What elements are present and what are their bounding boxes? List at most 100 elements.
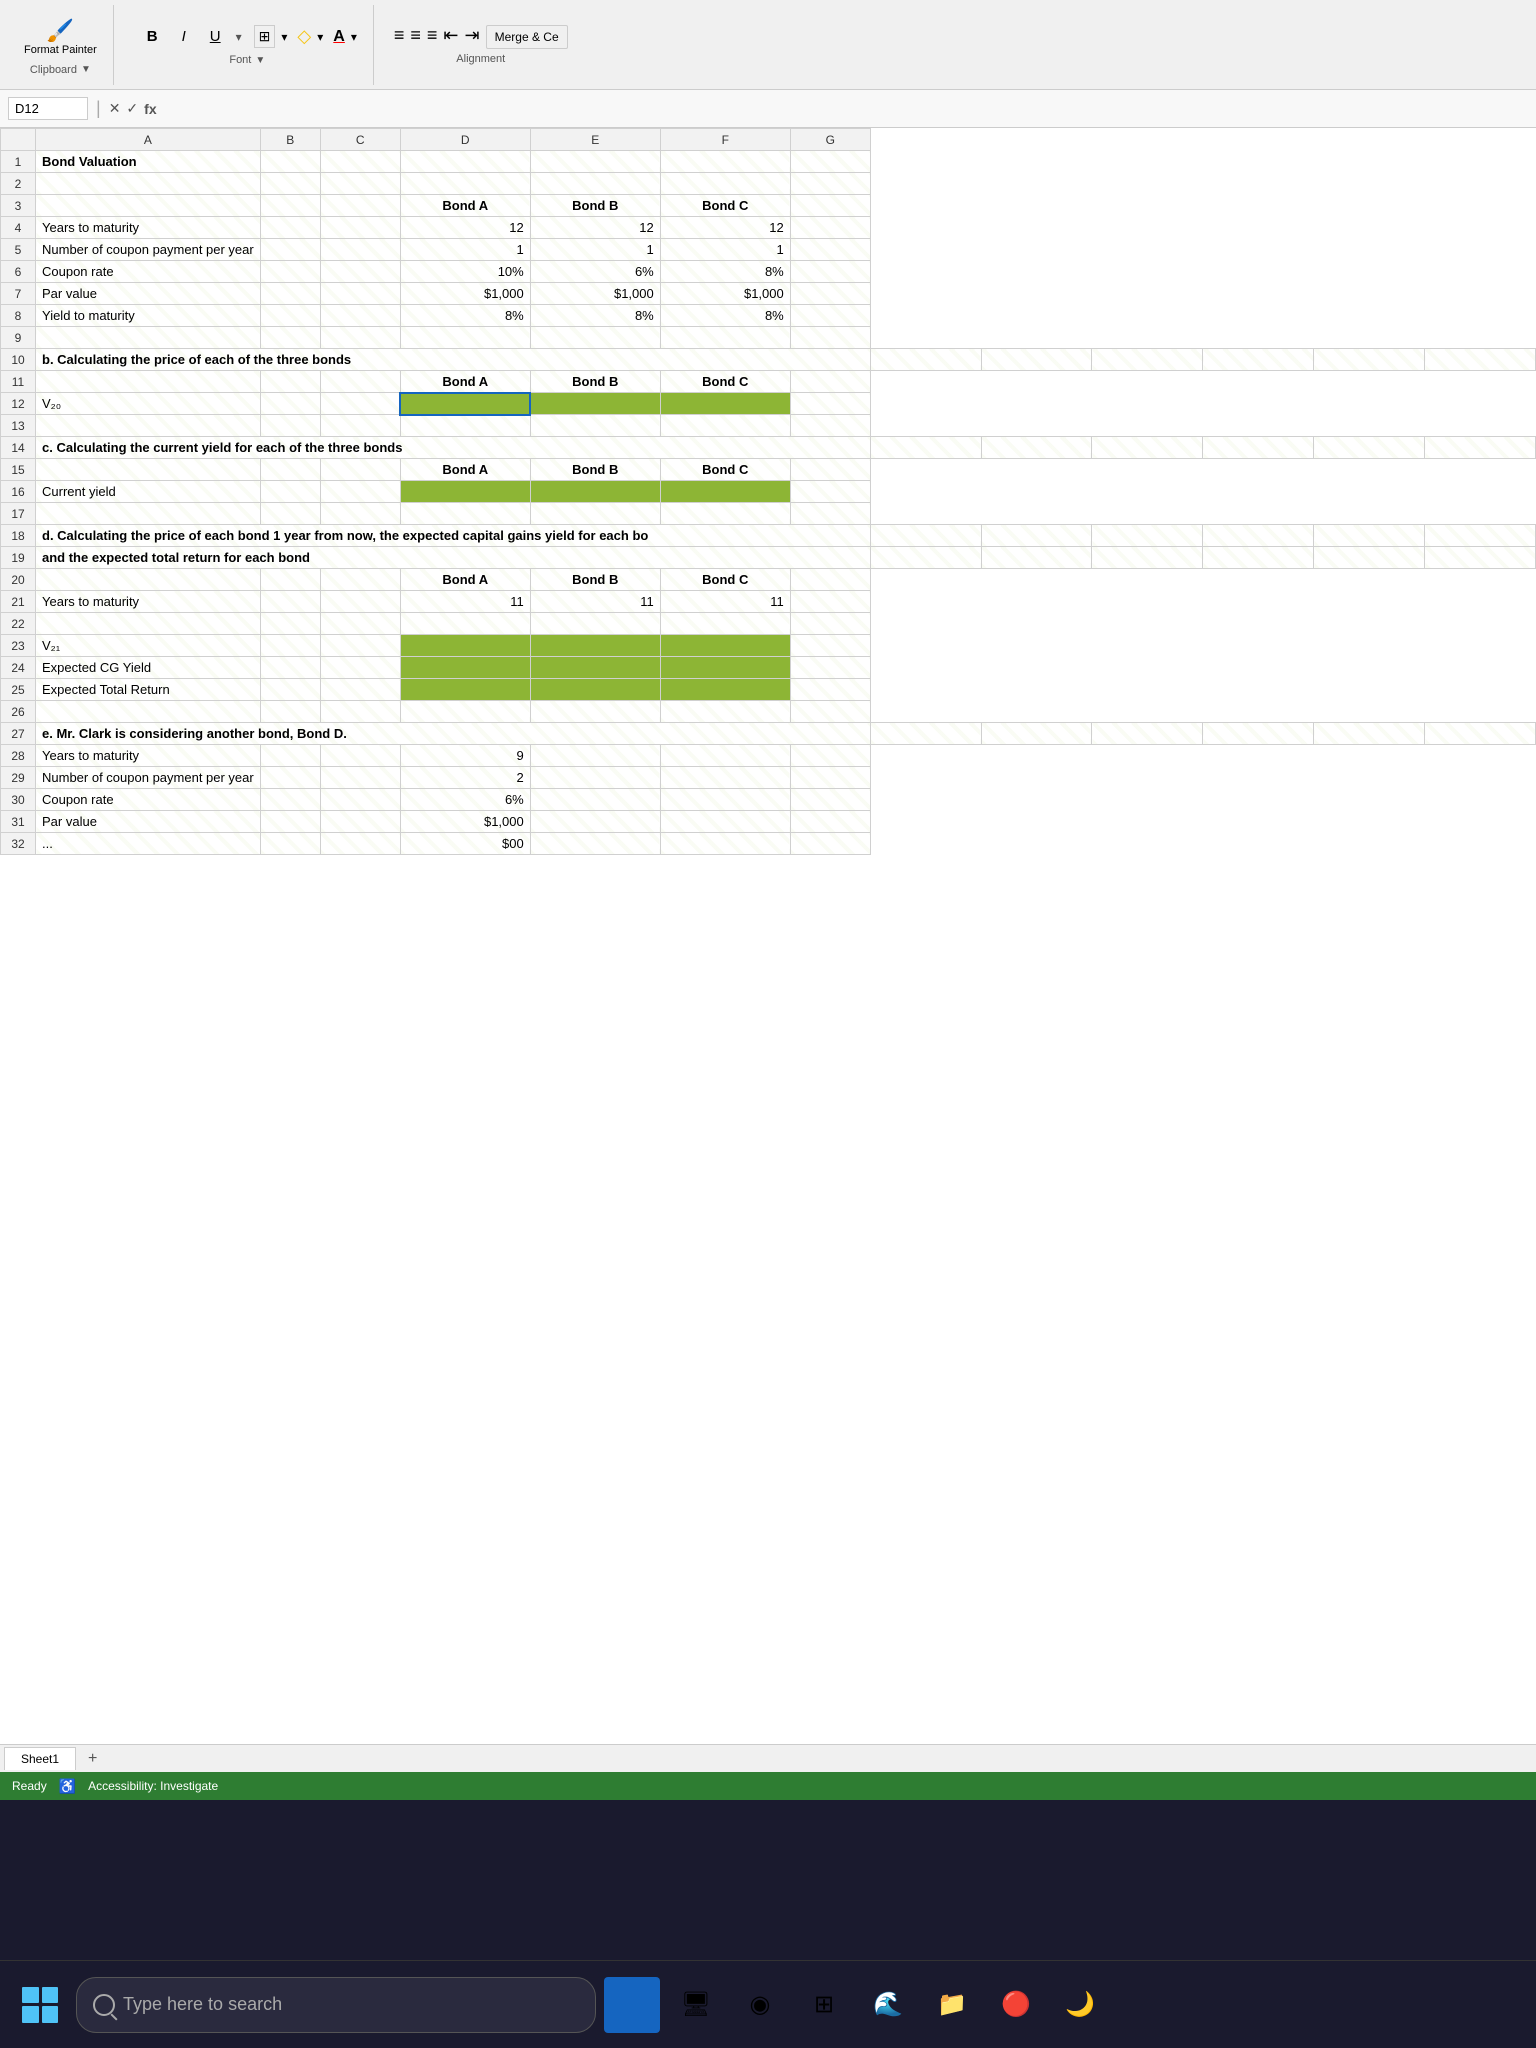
taskbar-chrome-button[interactable]: 🔴 (988, 1977, 1044, 2033)
cancel-formula-icon[interactable]: ✕ (109, 100, 121, 117)
cell-C9[interactable] (320, 327, 400, 349)
cell-D3[interactable]: Bond A (400, 195, 530, 217)
table-row[interactable]: 6Coupon rate10%6%8% (1, 261, 1536, 283)
cell-D22[interactable] (400, 613, 530, 635)
cell-reference-input[interactable] (8, 97, 88, 120)
cell-A7[interactable]: Par value (36, 283, 261, 305)
underline-dropdown[interactable]: ▾ (236, 30, 242, 44)
cell-B16[interactable] (260, 481, 320, 503)
cell-D30[interactable]: 6% (400, 789, 530, 811)
col-header-D[interactable]: D (400, 129, 530, 151)
table-row[interactable]: 17 (1, 503, 1536, 525)
table-row[interactable]: 2 (1, 173, 1536, 195)
taskbar-office-button[interactable]: ◉ (732, 1977, 788, 2033)
cell-C2[interactable] (320, 173, 400, 195)
taskbar-apps-button[interactable]: ⊞ (796, 1977, 852, 2033)
cell-G7[interactable] (790, 283, 870, 305)
cell-F24[interactable] (660, 657, 790, 679)
cell-A9[interactable] (36, 327, 261, 349)
cell-C17[interactable] (320, 503, 400, 525)
cell-C6[interactable] (320, 261, 400, 283)
cell-G8[interactable] (790, 305, 870, 327)
cell-F12[interactable] (660, 393, 790, 415)
font-expand-icon[interactable]: ▼ (255, 55, 265, 66)
cell-D7[interactable]: $1,000 (400, 283, 530, 305)
cell-E23[interactable] (530, 635, 660, 657)
cell-D10[interactable] (1092, 349, 1203, 371)
table-row[interactable]: 30Coupon rate6% (1, 789, 1536, 811)
cell-E12[interactable] (530, 393, 660, 415)
cell-D15[interactable]: Bond A (400, 459, 530, 481)
cell-D21[interactable]: 11 (400, 591, 530, 613)
table-row[interactable]: 12V₂₀ (1, 393, 1536, 415)
cell-A4[interactable]: Years to maturity (36, 217, 261, 239)
cell-E29[interactable] (530, 767, 660, 789)
cell-A24[interactable]: Expected CG Yield (36, 657, 261, 679)
table-row[interactable]: 18d. Calculating the price of each bond … (1, 525, 1536, 547)
cell-D18[interactable] (1092, 525, 1203, 547)
format-painter-button[interactable]: 🖌️ Format Painter (20, 14, 101, 60)
cell-F22[interactable] (660, 613, 790, 635)
table-row[interactable]: 7Par value$1,000$1,000$1,000 (1, 283, 1536, 305)
cell-F5[interactable]: 1 (660, 239, 790, 261)
align-left-icon[interactable]: ≡ (394, 25, 405, 49)
cell-G27[interactable] (1425, 723, 1536, 745)
cell-C32[interactable] (320, 833, 400, 855)
cell-G3[interactable] (790, 195, 870, 217)
cell-A17[interactable] (36, 503, 261, 525)
cell-A18[interactable]: d. Calculating the price of each bond 1 … (36, 525, 871, 547)
cell-G29[interactable] (790, 767, 870, 789)
table-row[interactable]: 28Years to maturity9 (1, 745, 1536, 767)
col-header-A[interactable]: A (36, 129, 261, 151)
cell-F10[interactable] (1314, 349, 1425, 371)
cell-E15[interactable]: Bond B (530, 459, 660, 481)
cell-D24[interactable] (400, 657, 530, 679)
cell-G6[interactable] (790, 261, 870, 283)
cell-B12[interactable] (260, 393, 320, 415)
underline-button[interactable]: U (201, 23, 230, 50)
cell-C12[interactable] (320, 393, 400, 415)
cell-G30[interactable] (790, 789, 870, 811)
col-header-C[interactable]: C (320, 129, 400, 151)
cell-A3[interactable] (36, 195, 261, 217)
cell-F21[interactable]: 11 (660, 591, 790, 613)
cell-B17[interactable] (260, 503, 320, 525)
cell-A8[interactable]: Yield to maturity (36, 305, 261, 327)
cell-G16[interactable] (790, 481, 870, 503)
cell-G31[interactable] (790, 811, 870, 833)
indent-decrease-icon[interactable]: ⇤ (443, 25, 458, 49)
cell-F28[interactable] (660, 745, 790, 767)
cell-G17[interactable] (790, 503, 870, 525)
cell-E2[interactable] (530, 173, 660, 195)
cell-D25[interactable] (400, 679, 530, 701)
cell-E18[interactable] (1203, 525, 1314, 547)
cell-A32[interactable]: ... (36, 833, 261, 855)
cell-E14[interactable] (1203, 437, 1314, 459)
table-row[interactable]: 20Bond ABond BBond C (1, 569, 1536, 591)
cell-G22[interactable] (790, 613, 870, 635)
cell-B13[interactable] (260, 415, 320, 437)
cell-G11[interactable] (790, 371, 870, 393)
align-center-icon[interactable]: ≡ (410, 25, 421, 49)
cell-B29[interactable] (260, 767, 320, 789)
cell-D12[interactable] (400, 393, 530, 415)
table-row[interactable]: 10b. Calculating the price of each of th… (1, 349, 1536, 371)
cell-G25[interactable] (790, 679, 870, 701)
cell-B31[interactable] (260, 811, 320, 833)
col-header-F[interactable]: F (660, 129, 790, 151)
cell-E16[interactable] (530, 481, 660, 503)
borders-button[interactable]: ⊞ (254, 25, 276, 48)
cell-E31[interactable] (530, 811, 660, 833)
cell-B25[interactable] (260, 679, 320, 701)
cell-G1[interactable] (790, 151, 870, 173)
cell-A25[interactable]: Expected Total Return (36, 679, 261, 701)
cell-G12[interactable] (790, 393, 870, 415)
cell-E3[interactable]: Bond B (530, 195, 660, 217)
indent-increase-icon[interactable]: ⇥ (465, 25, 480, 49)
cell-B11[interactable] (260, 371, 320, 393)
taskbar-folder-button[interactable]: 📁 (924, 1977, 980, 2033)
cell-G26[interactable] (790, 701, 870, 723)
cell-A12[interactable]: V₂₀ (36, 393, 261, 415)
taskbar-extra-button[interactable]: 🌙 (1052, 1977, 1108, 2033)
cell-F30[interactable] (660, 789, 790, 811)
